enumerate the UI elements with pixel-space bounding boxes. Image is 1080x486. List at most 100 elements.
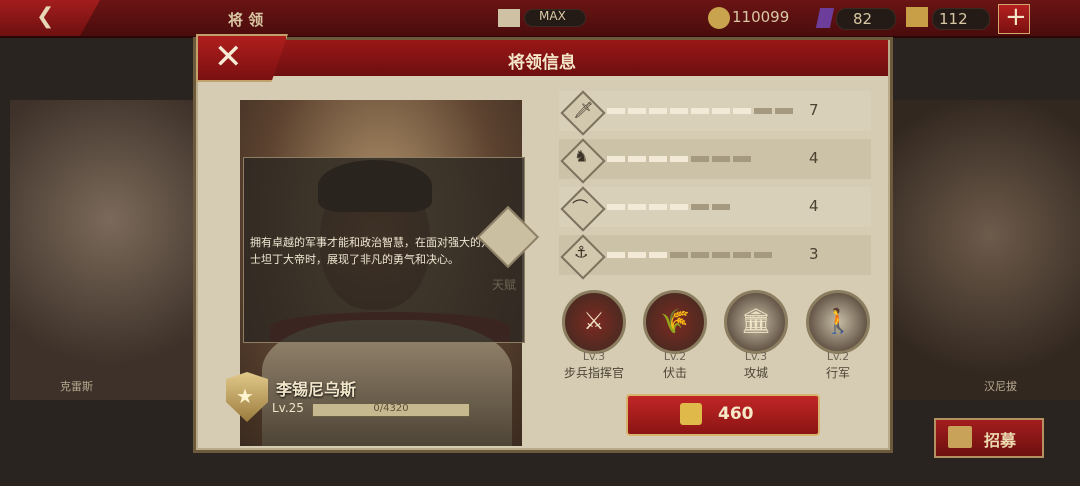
sword-icon-glyph: 🗡	[573, 100, 594, 120]
stat-row: ♞ 4	[559, 138, 871, 184]
stat-bar-segment	[628, 204, 646, 210]
stat-bar-segment	[670, 204, 688, 210]
stat-bar-segment	[607, 204, 625, 210]
castle-icon	[498, 9, 520, 27]
stat-bar-segment	[670, 156, 688, 162]
stat-bar-segment	[649, 252, 667, 258]
general-level: Lv.25	[272, 401, 304, 415]
talent-label: 天赋	[492, 278, 517, 292]
add-resource-button[interactable]: +	[998, 2, 1030, 34]
horse-icon-glyph: ♞	[574, 146, 589, 166]
helmet-icon	[948, 426, 972, 448]
stat-bar-segment	[691, 108, 709, 114]
stat-value: 7	[809, 101, 819, 119]
stat-bar-segment	[628, 108, 646, 114]
gem-pill: 82	[836, 8, 896, 30]
background-general-right[interactable]: 汉尼拔	[880, 100, 1080, 400]
skill-siege[interactable]: 🏛	[724, 290, 788, 354]
stat-bar-segment	[628, 156, 646, 162]
skill-level: Lv.3	[744, 350, 768, 363]
recruit-cost-value: 460	[718, 404, 754, 424]
stat-value: 4	[809, 149, 819, 167]
stat-bar-segment	[754, 108, 772, 114]
stat-bar-segment	[628, 252, 646, 258]
stat-bar-segment	[775, 108, 793, 114]
stat-bar	[607, 156, 751, 162]
march-icon: 🚶	[823, 307, 853, 335]
skill-name: 伏击	[662, 366, 687, 380]
stat-bar-segment	[649, 108, 667, 114]
close-icon: ✕	[214, 37, 243, 77]
stat-bar	[607, 204, 730, 210]
sword-icon: 🗡	[560, 90, 606, 136]
gem-count: 82	[853, 10, 873, 28]
scroll-pill: 112	[932, 8, 990, 30]
stat-value: 4	[809, 197, 819, 215]
page-title: 将 领	[228, 11, 264, 29]
background-general-left[interactable]: 克雷斯	[10, 100, 210, 400]
stat-bar	[607, 252, 772, 258]
skill-name: 攻城	[743, 366, 768, 380]
castle-level-pill: MAX	[524, 9, 586, 27]
scroll-count: 112	[939, 10, 968, 28]
stat-bar-segment	[733, 156, 751, 162]
recruit-button-label: 招募	[984, 431, 1017, 450]
stat-bar-segment	[607, 156, 625, 162]
skill-level: Lv.2	[826, 350, 850, 363]
stat-bar-segment	[649, 204, 667, 210]
stat-row: ⚓ 3	[559, 234, 871, 280]
stat-bar-segment	[754, 252, 772, 258]
skill-name: 步兵指挥官	[563, 366, 624, 380]
stat-bar-segment	[733, 252, 751, 258]
anchor-icon-glyph: ⚓	[574, 242, 589, 262]
stat-bar-segment	[691, 252, 709, 258]
xp-text: 0/4320	[373, 403, 409, 414]
ambush-icon: 🌾	[660, 307, 690, 335]
stat-bar-segment	[733, 108, 751, 114]
panel-title: 将领信息	[508, 53, 576, 73]
scroll-icon	[680, 403, 702, 425]
stat-bar-segment	[670, 252, 688, 258]
siege-icon: 🏛	[740, 307, 772, 335]
recruit-cost-button[interactable]: 460	[626, 394, 820, 436]
crossed-swords-icon: ⚔	[583, 307, 605, 335]
skill-ambush[interactable]: 🌾	[643, 290, 707, 354]
stat-bar-segment	[607, 252, 625, 258]
talent-description-tooltip: 拥有卓越的军事才能和政治智慧，在面对强大的对手君士坦丁大帝时，展现了非凡的勇气和…	[243, 157, 525, 343]
coin-count: 110099	[732, 8, 790, 26]
castle-level-label: MAX	[539, 9, 566, 23]
xp-bar: 0/4320	[312, 403, 470, 417]
skill-march[interactable]: 🚶	[806, 290, 870, 354]
stat-value: 3	[809, 245, 819, 263]
skill-level: Lv.3	[582, 350, 606, 363]
skill-level: Lv.2	[663, 350, 687, 363]
bow-icon-glyph: ⌒	[572, 198, 589, 218]
recruit-button[interactable]: 招募	[934, 418, 1044, 458]
background-general-right-name: 汉尼拔	[984, 380, 1017, 393]
bow-icon: ⌒	[560, 186, 606, 232]
coin-icon	[708, 7, 730, 29]
stat-row: ⌒ 4	[559, 186, 871, 232]
plus-icon: +	[1005, 2, 1027, 32]
general-name: 李锡尼乌斯	[276, 380, 357, 399]
panel-header: 将领信息	[196, 40, 888, 76]
stat-bar-segment	[691, 204, 709, 210]
skill-name: 行军	[825, 366, 850, 380]
star-icon: ★	[236, 384, 254, 408]
stat-bar-segment	[712, 252, 730, 258]
stat-bar-segment	[712, 156, 730, 162]
background-general-left-name: 克雷斯	[60, 380, 93, 393]
back-arrow-icon: ❮	[36, 4, 55, 29]
horse-icon: ♞	[560, 138, 606, 184]
stat-bar-segment	[691, 156, 709, 162]
anchor-icon: ⚓	[560, 234, 606, 280]
stat-bar-segment	[712, 204, 730, 210]
scroll-icon	[906, 7, 928, 27]
stat-bar-segment	[670, 108, 688, 114]
stat-bar-segment	[607, 108, 625, 114]
skill-crossed-swords[interactable]: ⚔	[562, 290, 626, 354]
stat-row: 🗡 7	[559, 90, 871, 136]
stat-bar-segment	[649, 156, 667, 162]
stat-bar	[607, 108, 793, 114]
stat-bar-segment	[712, 108, 730, 114]
